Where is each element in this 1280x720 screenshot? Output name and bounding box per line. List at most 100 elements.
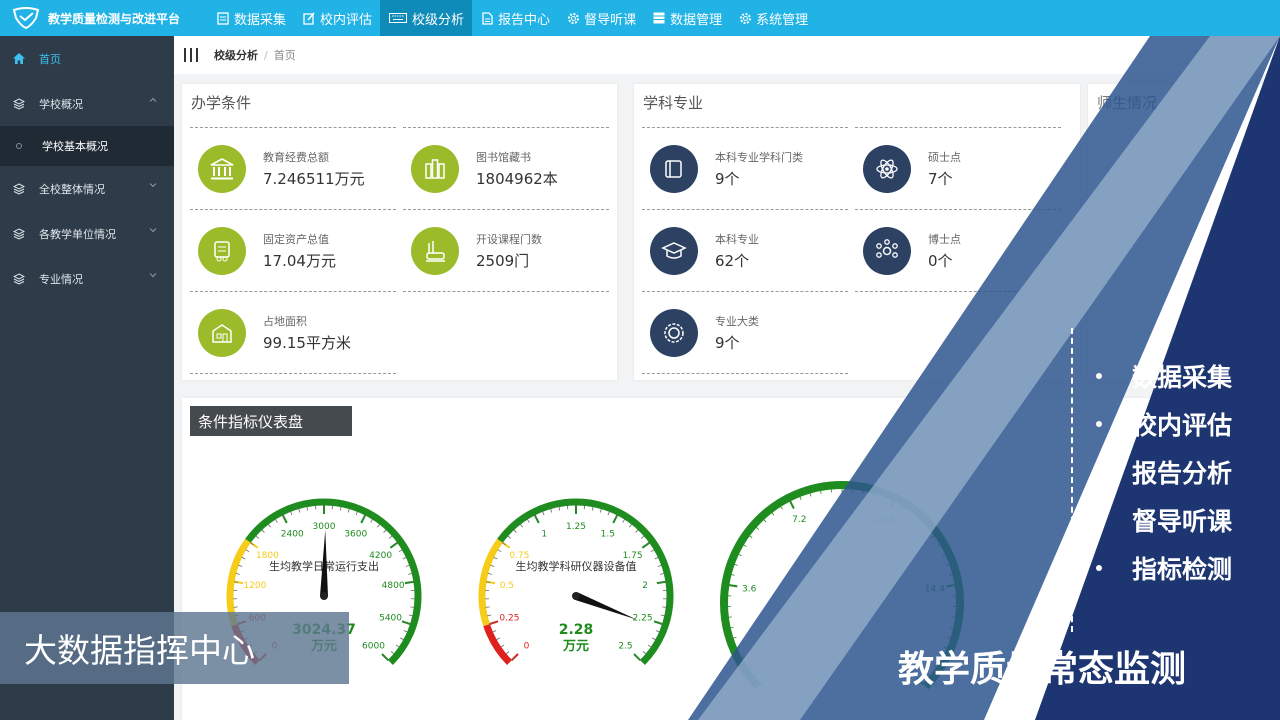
gear-icon	[738, 11, 752, 25]
badge-icon	[650, 309, 698, 357]
gauge-tick-label: 3000	[313, 522, 336, 532]
menu-toggle-icon[interactable]	[184, 48, 198, 62]
stat-label: 图书馆藏书	[476, 151, 531, 164]
gauge-minor-tick	[492, 630, 497, 633]
overlay-divider-line	[1071, 328, 1073, 632]
gauge-tick-label: 0	[524, 641, 530, 651]
gauge-minor-tick	[931, 535, 936, 539]
gauge-minor-tick	[408, 614, 413, 617]
stat-label: 专业大类	[715, 315, 759, 328]
nav-label: 校内评估	[320, 12, 373, 28]
gauge-minor-tick	[640, 535, 645, 539]
stat-doctoral-points: 博士点 0个	[855, 210, 1061, 292]
edit-icon	[302, 11, 316, 25]
stat-major-categories: 专业大类 9个	[642, 292, 848, 374]
gauge-tick-label: 4800	[382, 581, 405, 591]
sidebar-item-label: 专业情况	[39, 272, 83, 286]
gauge-minor-tick	[238, 564, 243, 567]
nav-report-center[interactable]: 报告中心	[472, 0, 558, 36]
stat-library-books: 图书馆藏书 1804962本	[403, 127, 609, 210]
stat-label: 教育经费总额	[263, 151, 329, 164]
gauge-minor-tick	[629, 523, 633, 528]
gauge-tick-label: 0.25	[499, 614, 519, 624]
nav-data-collection[interactable]: 数据采集	[208, 0, 294, 36]
top-navbar: 教学质量检测与改进平台 数据采集 校内评估 校级分析 报告中心 督导听课 数据管…	[0, 0, 1280, 36]
stat-value: 17.04万元	[263, 252, 336, 270]
gauge-minor-tick	[383, 529, 387, 533]
gauge-band-red	[483, 623, 513, 665]
sidebar-subitem-school-basic[interactable]: 学校基本概况	[0, 126, 174, 166]
nav-internal-eval[interactable]: 校内评估	[294, 0, 380, 36]
nav-supervision[interactable]: 督导听课	[558, 0, 644, 36]
nav-label: 校级分析	[412, 12, 465, 28]
stat-value: 1804962本	[476, 170, 558, 188]
gauge-needle-hub	[572, 592, 580, 600]
disciplines-panel: 学科专业 本科专业学科门类 9个 硕士点 7个 本科专业 62个 博士点 0个 …	[634, 84, 1080, 380]
gauge-minor-tick	[550, 508, 553, 513]
stat-courses: 开设课程门数 2509门	[403, 210, 609, 292]
stat-label: 博士点	[928, 233, 961, 246]
gauge-minor-tick	[400, 637, 404, 641]
gauge-minor-tick	[377, 523, 381, 528]
gauge-minor-tick	[500, 644, 505, 648]
gauge-minor-tick	[241, 556, 246, 560]
sidebar-item-label: 各教学单位情况	[39, 227, 116, 241]
sidebar-item-whole-school[interactable]: 全校整体情况	[0, 166, 174, 211]
panel-title: 师生情况	[1097, 94, 1158, 112]
breadcrumb-section[interactable]: 校级分析	[214, 47, 258, 63]
gauge-minor-tick	[487, 614, 492, 617]
atom-icon	[863, 145, 911, 193]
stat-value: 9个	[715, 334, 740, 352]
gauge-minor-tick	[909, 511, 913, 516]
gauge-unit: 万元	[562, 639, 589, 654]
sidebar-item-home[interactable]: 首页	[0, 36, 174, 81]
school-conditions-panel: 办学条件 教育经费总额 7.246511万元 图书馆藏书 1804962本 固定…	[182, 84, 617, 380]
gauge-minor-tick	[607, 511, 610, 516]
nav-school-analysis[interactable]: 校级分析	[380, 0, 473, 36]
bank-icon	[198, 145, 246, 193]
gauge-minor-tick	[485, 606, 490, 608]
sidebar-item-teaching-units[interactable]: 各教学单位情况	[0, 211, 174, 256]
teachers-students-panel: 师生情况	[1088, 84, 1280, 380]
gauge-minor-tick	[760, 681, 764, 685]
layers-icon	[12, 182, 26, 196]
brand[interactable]: 教学质量检测与改进平台	[0, 0, 208, 36]
gauge-minor-tick	[657, 564, 662, 567]
gauge-minor-tick	[660, 572, 665, 575]
sidebar-item-majors[interactable]: 专业情况	[0, 256, 174, 301]
gauge-minor-tick	[660, 614, 665, 617]
gauge-value: 2.28	[559, 622, 594, 638]
gauge-minor-tick	[290, 511, 293, 516]
nav-label: 系统管理	[756, 12, 809, 28]
gauge-tick-label: 3.6	[742, 584, 757, 594]
gauge-minor-tick	[410, 606, 415, 608]
sidebar-subitem-label: 学校基本概况	[42, 140, 108, 153]
lab-icon	[411, 227, 459, 275]
chevron-down-icon	[149, 183, 157, 188]
overlay-left-banner: 大数据指挥中心	[0, 612, 349, 684]
chevron-down-icon	[149, 228, 157, 233]
sidebar-item-school-overview[interactable]: 学校概况	[0, 81, 174, 126]
gauge-tick-label: 1.5	[601, 530, 615, 540]
breadcrumb-current: 首页	[273, 49, 296, 62]
nav-system-management[interactable]: 系统管理	[730, 0, 816, 36]
gauge-minor-tick	[924, 526, 929, 530]
stat-label: 固定资产总值	[263, 233, 329, 246]
nav-data-management[interactable]: 数据管理	[644, 0, 730, 36]
gauge-needle	[574, 592, 638, 620]
gauge-tick-label: 5400	[379, 614, 402, 624]
stat-undergrad-majors: 本科专业 62个	[642, 210, 848, 292]
gauge-minor-tick	[267, 523, 271, 528]
gauge-minor-tick	[398, 549, 403, 553]
gauge-tick-label: 2	[642, 581, 648, 591]
nav-label: 数据管理	[670, 12, 723, 28]
gauge-minor-tick	[370, 518, 374, 523]
gauge-tick-label: 7.2	[792, 515, 806, 525]
feature-item: 督导听课	[1096, 496, 1232, 544]
clipboard-icon	[216, 11, 230, 25]
breadcrumb: 校级分析 / 首页	[174, 36, 1280, 74]
stat-label: 硕士点	[928, 151, 961, 164]
gauge-minor-tick	[408, 572, 413, 575]
gauge-minor-tick	[654, 556, 659, 560]
gauge-minor-tick	[505, 651, 510, 655]
